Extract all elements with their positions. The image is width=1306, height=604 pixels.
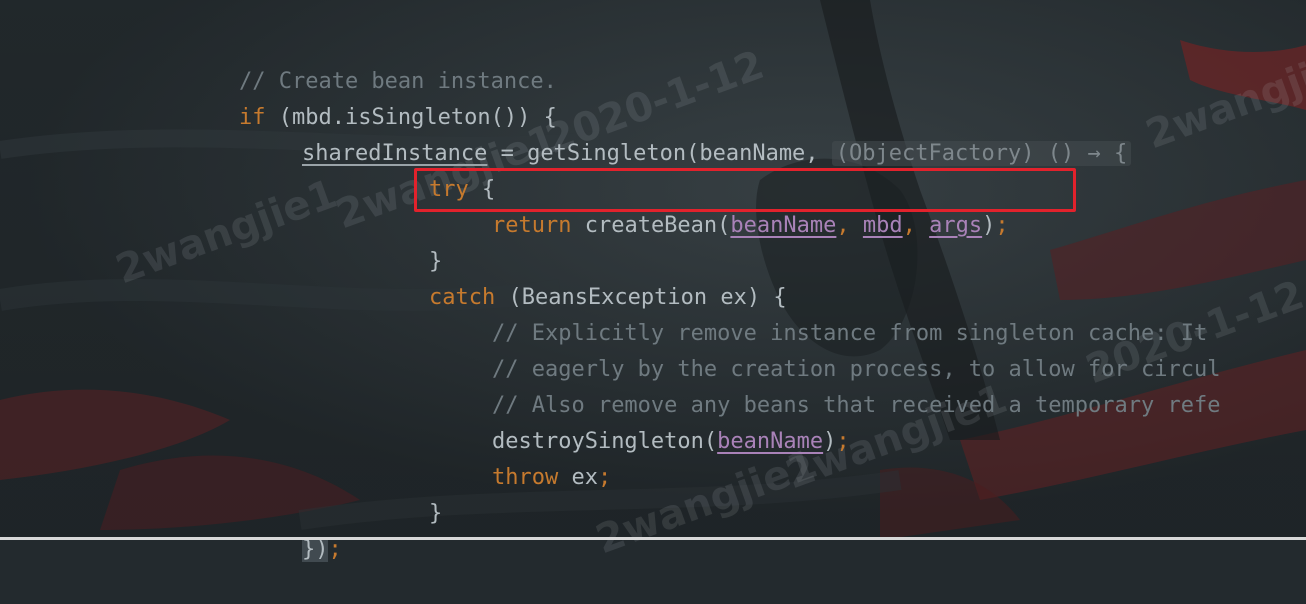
code-line: catch (BeansException ex) { <box>376 244 787 310</box>
separator: , <box>836 213 863 238</box>
semicolon: ; <box>995 213 1009 238</box>
code-line: // eagerly by the creation process, to a… <box>439 316 1220 382</box>
semicolon: ; <box>597 465 612 490</box>
code-line: } <box>376 208 442 274</box>
code-text: ex <box>558 465 598 490</box>
code-line: // Also remove any beans that received a… <box>439 352 1220 418</box>
separator: , <box>902 213 930 238</box>
param-args: args <box>929 213 983 238</box>
code-text: = getSingleton(beanName, <box>487 141 832 166</box>
keyword-throw: throw <box>491 465 559 490</box>
code-line: } <box>376 460 442 526</box>
semicolon: ; <box>836 429 850 454</box>
matched-brace: }) <box>301 537 329 562</box>
semicolon: ; <box>328 537 342 562</box>
keyword-return: return <box>491 213 572 238</box>
code-text: ) <box>982 213 996 238</box>
code-line: destroySingleton(beanName); <box>439 388 850 454</box>
code-line: try { <box>376 136 495 202</box>
highlight-annotation-box <box>414 168 1076 212</box>
code-text: createBean( <box>571 213 731 238</box>
code-line: }); <box>249 496 342 562</box>
code-editor[interactable]: // Create bean instance. if (mbd.isSingl… <box>0 0 1306 562</box>
code-line: throw ex; <box>439 424 611 490</box>
param-bean-name: beanName <box>730 213 837 238</box>
code-line: if (mbd.isSingleton()) { <box>186 64 557 130</box>
code-line: sharedInstance = getSingleton(beanName, … <box>249 100 1132 166</box>
code-line: // Create bean instance. <box>186 28 557 94</box>
inlay-hint: (ObjectFactory) () → { <box>831 141 1132 166</box>
param-mbd: mbd <box>862 213 903 238</box>
param-bean-name: beanName <box>717 429 824 454</box>
code-text: ) <box>823 429 837 454</box>
code-line: // Explicitly remove instance from singl… <box>439 280 1207 346</box>
closing-brace: } <box>428 501 443 526</box>
